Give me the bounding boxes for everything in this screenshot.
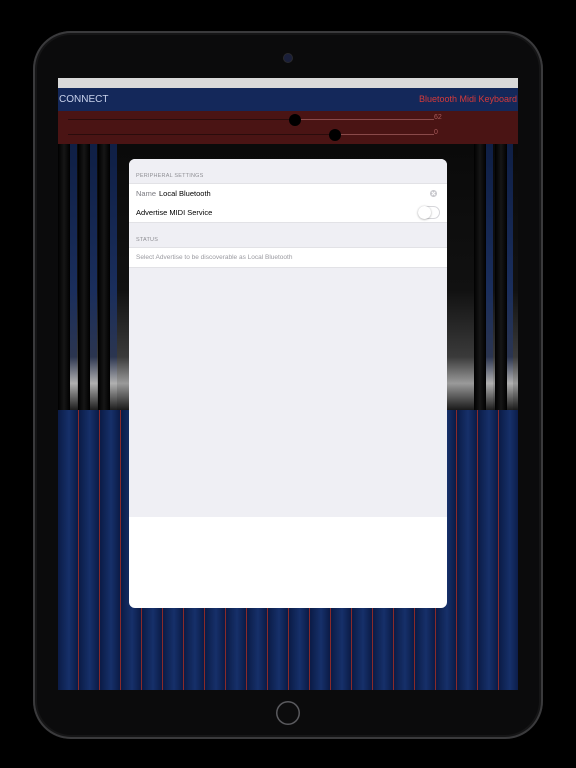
slider-1-thumb[interactable] <box>288 114 301 126</box>
advertise-toggle-knob <box>418 206 431 219</box>
name-row: Name Local Bluetooth <box>129 183 447 204</box>
slider-2-thumb[interactable] <box>329 129 342 141</box>
controls-panel: 62 0 <box>58 111 518 144</box>
slider-1-value: 62 <box>434 114 442 121</box>
home-button[interactable] <box>276 701 300 725</box>
connect-button[interactable]: CONNECT <box>59 88 108 111</box>
camera-icon <box>284 54 292 62</box>
white-key[interactable] <box>506 144 513 410</box>
advertise-row: Advertise MIDI Service <box>129 203 447 223</box>
app-title: Bluetooth Midi Keyboard <box>418 94 517 104</box>
slider-2-value: 0 <box>434 129 438 136</box>
white-key[interactable] <box>486 144 493 410</box>
name-label: Name <box>136 189 157 198</box>
status-row: Select Advertise to be discoverable as L… <box>129 247 447 268</box>
advertise-toggle[interactable] <box>418 206 440 219</box>
name-field[interactable]: Local Bluetooth <box>159 184 211 203</box>
slider-1[interactable] <box>68 114 434 126</box>
white-key[interactable] <box>110 144 117 410</box>
settings-table: PERIPHERAL SETTINGS Name Local Bluetooth… <box>129 159 447 517</box>
status-bar <box>58 78 518 88</box>
slider-2[interactable] <box>68 129 434 141</box>
slider-2-fill <box>68 134 336 135</box>
white-key[interactable] <box>70 144 77 410</box>
clear-icon[interactable] <box>430 190 437 197</box>
status-header: STATUS <box>136 237 159 243</box>
advertise-label: Advertise MIDI Service <box>136 208 213 217</box>
status-text: Select Advertise to be discoverable as L… <box>136 254 293 261</box>
white-key[interactable] <box>90 144 97 410</box>
peripheral-settings-header: PERIPHERAL SETTINGS <box>136 173 204 179</box>
slider-1-fill <box>68 119 295 120</box>
settings-popover: PERIPHERAL SETTINGS Name Local Bluetooth… <box>129 159 447 608</box>
navigation-bar: CONNECT Bluetooth Midi Keyboard <box>58 88 518 111</box>
